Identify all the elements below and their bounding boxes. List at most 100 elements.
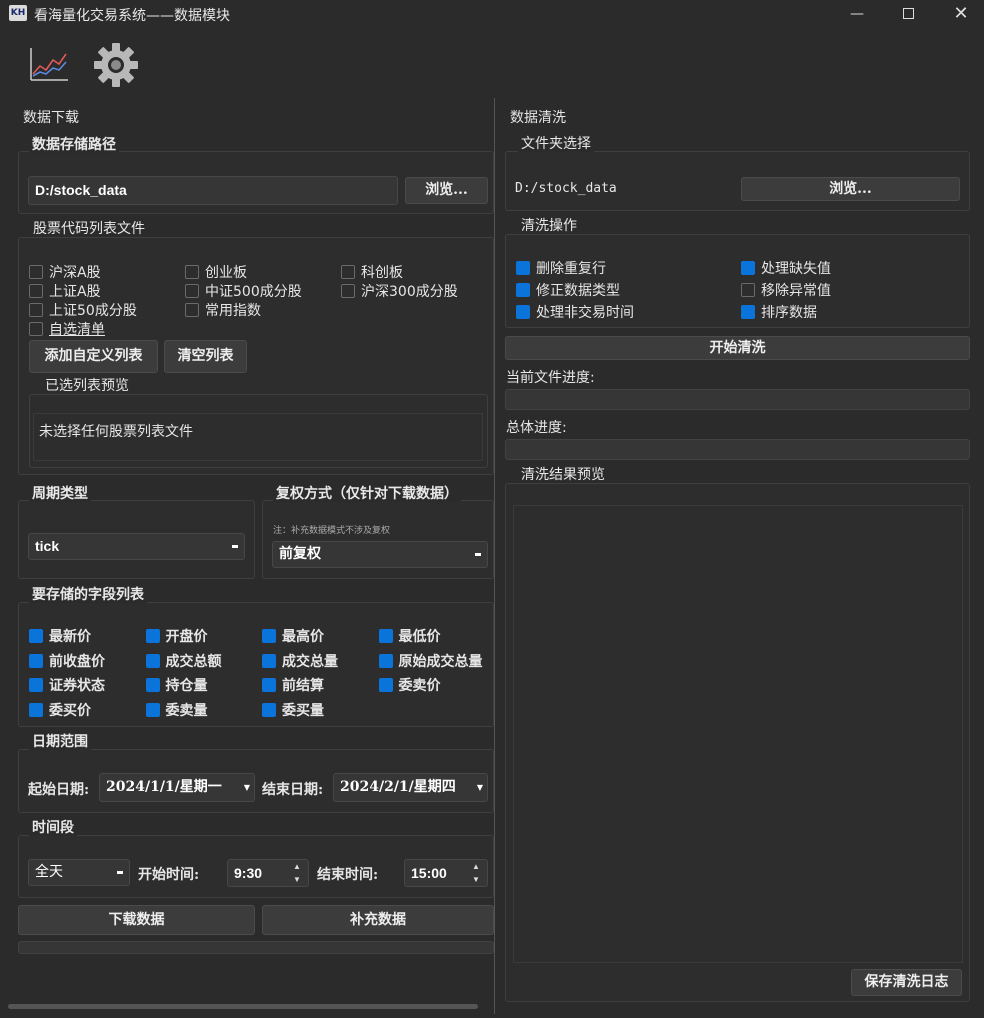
start-time-input[interactable]: 9:30 ▲ ▼	[227, 859, 309, 887]
checkbox-option[interactable]: 处理缺失值	[741, 258, 831, 278]
stock-option-sz50[interactable]: 上证50成分股	[29, 300, 137, 320]
folder-browse-button[interactable]: 浏览...	[741, 177, 960, 201]
window-title: 看海量化交易系统——数据模块	[34, 8, 230, 24]
checkbox-option[interactable]: 前结算	[262, 675, 324, 695]
checkbox-option[interactable]: 委买价	[29, 700, 91, 720]
checkbox[interactable]	[516, 305, 530, 319]
checkbox[interactable]	[741, 305, 755, 319]
checkbox-option[interactable]: 移除异常值	[741, 280, 831, 300]
checkbox[interactable]	[341, 265, 355, 279]
checkbox[interactable]	[185, 303, 199, 317]
checkbox-option[interactable]: 委卖价	[378, 675, 441, 695]
checkbox-option[interactable]: 处理非交易时间	[516, 302, 634, 322]
checkbox[interactable]	[378, 678, 393, 692]
checkbox[interactable]	[29, 702, 43, 717]
checkbox[interactable]	[378, 653, 393, 668]
checkbox-option[interactable]: 删除重复行	[516, 258, 606, 278]
checkbox-option[interactable]: 证券状态	[29, 675, 105, 695]
spin-up-icon[interactable]: ▲	[467, 861, 485, 873]
spin-up-icon[interactable]: ▲	[288, 861, 306, 873]
checkbox[interactable]	[378, 629, 393, 643]
checkbox-option[interactable]: 排序数据	[741, 302, 817, 322]
checkbox-option[interactable]: 委买量	[262, 700, 324, 720]
dropdown-arrow-icon: ▼	[476, 782, 483, 792]
checkbox-option[interactable]: 前收盘价	[29, 651, 105, 671]
spin-down-icon[interactable]: ▼	[467, 874, 485, 886]
dropdown-arrow-icon	[117, 870, 123, 874]
checkbox-label: 移除异常值	[761, 283, 831, 299]
stock-option-hs-a[interactable]: 沪深A股	[29, 262, 101, 282]
checkbox[interactable]	[185, 284, 199, 298]
close-button[interactable]: ✕	[953, 5, 969, 23]
checkbox[interactable]	[29, 284, 43, 298]
checkbox[interactable]	[145, 629, 160, 643]
clean-result-preview[interactable]	[513, 505, 963, 963]
horizontal-scrollbar[interactable]	[8, 1004, 478, 1009]
stock-option-hs300[interactable]: 沪深300成分股	[341, 281, 458, 301]
stock-list-title: 股票代码列表文件	[30, 221, 148, 237]
line-chart-icon[interactable]	[28, 46, 70, 82]
checkbox-option[interactable]: 最新价	[29, 626, 91, 646]
stock-option-csi500[interactable]: 中证500成分股	[185, 281, 302, 301]
checkbox[interactable]	[29, 678, 43, 692]
checkbox[interactable]	[145, 653, 160, 668]
end-date-label: 结束日期:	[262, 782, 324, 798]
period-type-select[interactable]: tick	[28, 533, 245, 560]
minimize-button[interactable]: —	[849, 6, 865, 22]
checkbox[interactable]	[516, 283, 530, 297]
maximize-button[interactable]	[900, 6, 916, 22]
checkbox[interactable]	[29, 322, 43, 336]
end-time-input[interactable]: 15:00 ▲ ▼	[404, 859, 488, 887]
spin-down-icon[interactable]: ▼	[288, 874, 306, 886]
checkbox[interactable]	[262, 678, 276, 692]
storage-path-input[interactable]: D:/stock_data	[28, 176, 398, 205]
save-clean-log-button[interactable]: 保存清洗日志	[851, 969, 962, 996]
checkbox[interactable]	[29, 303, 43, 317]
checkbox-label: 修正数据类型	[536, 283, 620, 299]
checkbox-option[interactable]: 最高价	[262, 626, 324, 646]
clear-list-button[interactable]: 清空列表	[164, 340, 247, 373]
stock-option-watchlist[interactable]: 自选清单	[29, 319, 105, 339]
checkbox[interactable]	[145, 678, 160, 692]
stock-option-star[interactable]: 科创板	[341, 262, 403, 282]
checkbox[interactable]	[185, 265, 199, 279]
stock-option-index[interactable]: 常用指数	[185, 300, 261, 320]
supplement-data-button[interactable]: 补充数据	[262, 905, 494, 935]
checkbox-option[interactable]: 开盘价	[145, 626, 208, 646]
checkbox-label: 原始成交总量	[398, 653, 483, 670]
clean-result-title: 清洗结果预览	[518, 467, 608, 483]
checkbox-option[interactable]: 委卖量	[145, 700, 208, 720]
storage-browse-button[interactable]: 浏览...	[405, 177, 488, 204]
checkbox[interactable]	[29, 265, 43, 279]
checkbox[interactable]	[341, 284, 355, 298]
stock-option-gem[interactable]: 创业板	[185, 262, 247, 282]
total-progress-bar	[505, 439, 970, 460]
checkbox[interactable]	[29, 629, 43, 643]
checkbox[interactable]	[145, 702, 160, 717]
gear-icon[interactable]	[93, 42, 139, 88]
checkbox-option[interactable]: 最低价	[378, 626, 441, 646]
checkbox-option[interactable]: 成交总额	[145, 651, 222, 671]
download-data-button[interactable]: 下载数据	[18, 905, 255, 935]
start-date-picker[interactable]: 2024/1/1/星期一 ▼	[99, 773, 255, 802]
checkbox[interactable]	[262, 702, 276, 717]
checkbox[interactable]	[262, 653, 276, 668]
checkbox[interactable]	[741, 261, 755, 275]
checkbox-label: 最新价	[49, 629, 91, 645]
stock-option-sh-a[interactable]: 上证A股	[29, 281, 101, 301]
checkbox-option[interactable]: 持仓量	[145, 675, 208, 695]
checkbox[interactable]	[262, 629, 276, 643]
checkbox[interactable]	[29, 653, 43, 668]
start-clean-button[interactable]: 开始清洗	[505, 336, 970, 360]
checkbox-label: 最高价	[282, 629, 324, 645]
checkbox[interactable]	[741, 283, 755, 297]
time-mode-select[interactable]: 全天	[28, 859, 130, 886]
add-custom-list-button[interactable]: 添加自定义列表	[29, 340, 158, 373]
checkbox-option[interactable]: 修正数据类型	[516, 280, 620, 300]
checkbox[interactable]	[516, 261, 530, 275]
panel-divider[interactable]	[494, 98, 495, 1014]
end-date-picker[interactable]: 2024/2/1/星期四 ▼	[333, 773, 488, 802]
checkbox-option[interactable]: 成交总量	[262, 651, 338, 671]
checkbox-option[interactable]: 原始成交总量	[378, 651, 483, 671]
adjust-mode-select[interactable]: 前复权	[272, 541, 488, 568]
